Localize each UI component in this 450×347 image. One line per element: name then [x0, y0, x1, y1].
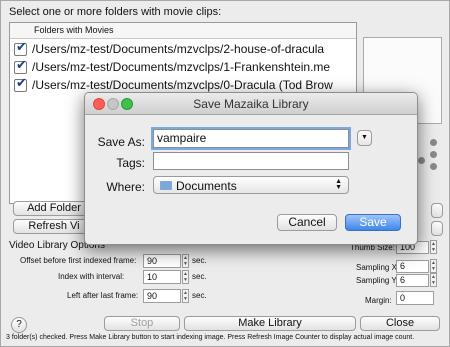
- sampling-y-stepper[interactable]: ▲ ▼: [430, 273, 437, 287]
- add-folder-button[interactable]: Add Folder: [13, 201, 95, 216]
- folder-checkbox[interactable]: ✔: [14, 40, 27, 56]
- sampling-x-field[interactable]: 6: [396, 260, 429, 273]
- dialog-titlebar: Save Mazaika Library: [85, 93, 417, 115]
- offset-label: Offset before first indexed frame:: [20, 256, 137, 265]
- save-as-label: Save As:: [97, 135, 145, 149]
- folder-list-header: Folders with Movies: [10, 23, 356, 39]
- stop-button[interactable]: Stop: [104, 316, 180, 331]
- right-button-partial[interactable]: [431, 221, 443, 236]
- unit-label: sec.: [192, 291, 207, 300]
- tags-label: Tags:: [116, 156, 145, 170]
- expand-dialog-button[interactable]: ▼: [357, 130, 372, 146]
- make-library-button[interactable]: Make Library: [184, 316, 356, 331]
- left-after-stepper[interactable]: ▲ ▼: [182, 289, 189, 303]
- folder-path: /Users/mz-test/Documents/mzvclps/2-house…: [32, 42, 325, 56]
- refresh-button[interactable]: Refresh Vi: [13, 219, 95, 234]
- sampling-x-stepper[interactable]: ▲ ▼: [430, 259, 437, 273]
- list-item[interactable]: ✔ /Users/mz-test/Documents/mzvclps/1-Fra…: [10, 58, 356, 76]
- radio-button[interactable]: [418, 157, 425, 164]
- interval-stepper[interactable]: ▲ ▼: [182, 270, 189, 284]
- sampling-y-label: Sampling Y:: [356, 276, 399, 285]
- where-value: Documents: [176, 179, 237, 193]
- radio-button[interactable]: [430, 163, 437, 170]
- status-text: 3 folder(s) checked. Press Make Library …: [6, 334, 415, 341]
- checkmark-icon: ✔: [16, 76, 27, 90]
- where-label: Where:: [106, 180, 145, 194]
- cancel-button[interactable]: Cancel: [277, 214, 337, 231]
- unit-label: sec.: [192, 272, 207, 281]
- left-after-label: Left after last frame:: [67, 291, 139, 300]
- save-dialog: Save Mazaika Library Save As: vampaire ▼…: [84, 92, 418, 245]
- sampling-x-label: Sampling X:: [356, 263, 400, 272]
- list-item[interactable]: ✔ /Users/mz-test/Documents/mzvclps/2-hou…: [10, 40, 356, 58]
- tags-input[interactable]: [153, 152, 349, 170]
- dialog-title: Save Mazaika Library: [193, 97, 309, 111]
- interval-label: Index with interval:: [58, 272, 125, 281]
- folder-path: /Users/mz-test/Documents/mzvclps/1-Frank…: [32, 60, 331, 74]
- folder-column-header: Folders with Movies: [34, 25, 114, 35]
- where-select[interactable]: Documents ▲ ▼: [153, 176, 349, 194]
- checkmark-icon: ✔: [16, 40, 27, 54]
- folder-instruction: Select one or more folders with movie cl…: [9, 6, 222, 18]
- interval-field[interactable]: 10: [143, 270, 181, 284]
- folder-icon: [160, 181, 172, 190]
- unit-label: sec.: [192, 256, 207, 265]
- offset-field[interactable]: 90: [143, 254, 181, 268]
- save-as-input[interactable]: vampaire: [153, 129, 349, 148]
- thumb-size-stepper[interactable]: ▲ ▼: [430, 240, 437, 254]
- margin-label: Margin:: [365, 296, 392, 305]
- save-button[interactable]: Save: [345, 214, 401, 231]
- offset-stepper[interactable]: ▲ ▼: [182, 254, 189, 268]
- margin-field[interactable]: 0: [396, 291, 434, 305]
- radio-button[interactable]: [430, 151, 437, 158]
- help-button[interactable]: ?: [11, 317, 27, 333]
- close-button[interactable]: Close: [360, 316, 440, 331]
- right-button-partial[interactable]: [431, 203, 443, 218]
- chevron-updown-icon: ▲ ▼: [335, 178, 342, 191]
- left-after-field[interactable]: 90: [143, 289, 181, 303]
- radio-button[interactable]: [430, 139, 437, 146]
- folder-checkbox[interactable]: ✔: [14, 58, 27, 74]
- folder-checkbox[interactable]: ✔: [14, 76, 27, 92]
- sampling-y-field[interactable]: 6: [396, 274, 429, 287]
- folder-path: /Users/mz-test/Documents/mzvclps/0-Dracu…: [32, 78, 333, 92]
- checkmark-icon: ✔: [16, 58, 27, 72]
